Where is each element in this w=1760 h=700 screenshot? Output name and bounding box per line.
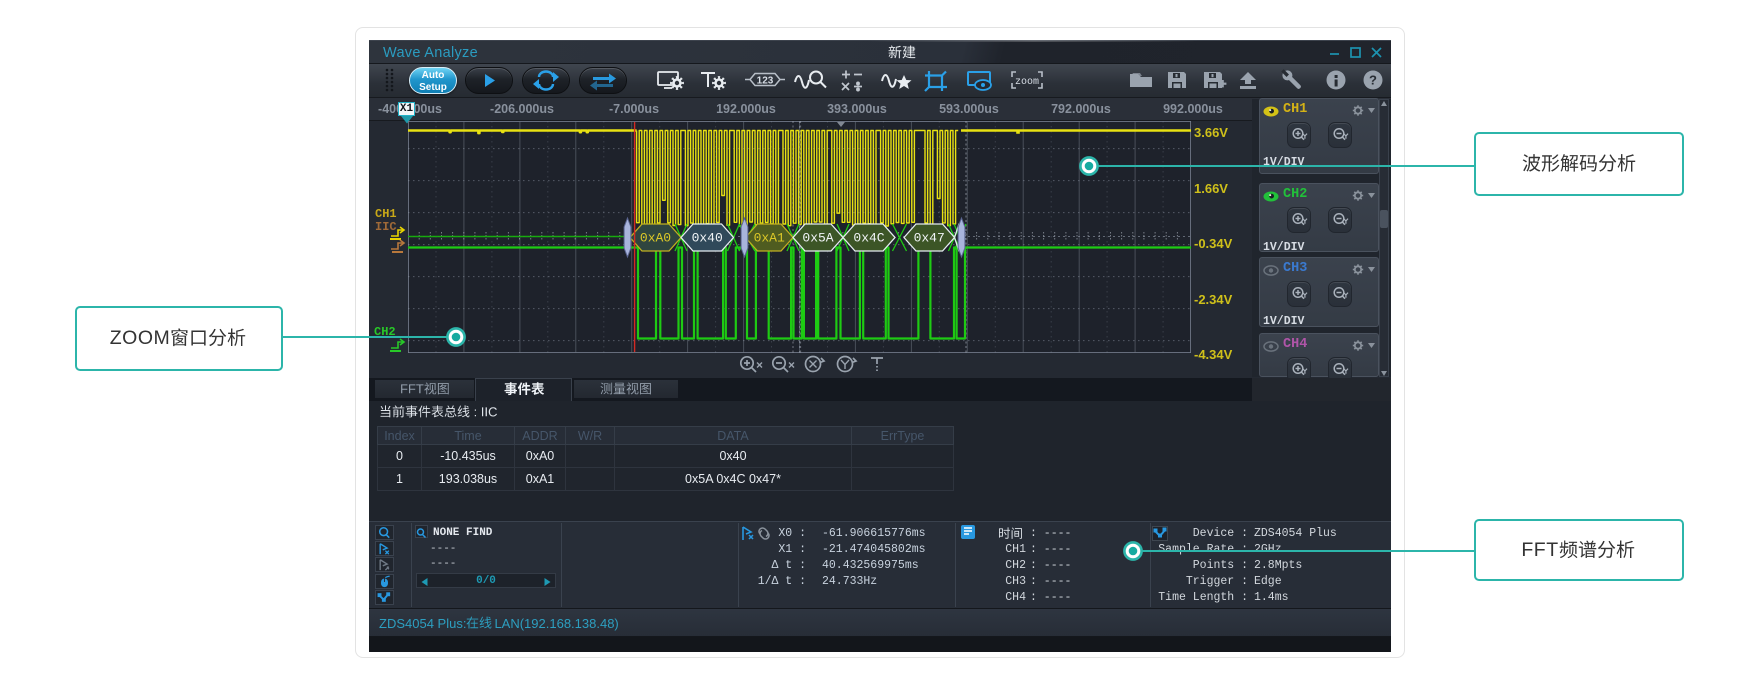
svg-text:0x5A: 0x5A: [802, 231, 833, 246]
svg-text:0x40: 0x40: [692, 231, 723, 246]
svg-text:0x4C: 0x4C: [853, 231, 884, 246]
svg-text:?: ?: [1369, 73, 1377, 88]
svg-text:0xA1: 0xA1: [754, 231, 785, 246]
svg-text:123: 123: [757, 76, 774, 87]
svg-text:zoom: zoom: [1015, 77, 1039, 88]
svg-text:0xA0: 0xA0: [640, 231, 671, 246]
svg-text:0x47: 0x47: [914, 231, 945, 246]
